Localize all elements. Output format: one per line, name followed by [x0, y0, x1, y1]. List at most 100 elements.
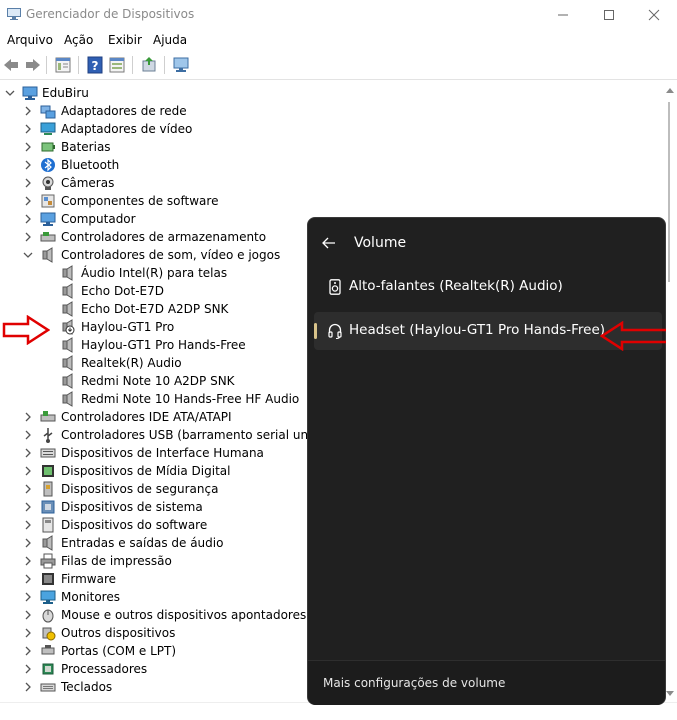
back-arrow-icon[interactable]: [322, 236, 336, 250]
chevron-right-icon[interactable]: [23, 178, 33, 188]
toolbar: ?: [0, 52, 677, 80]
close-button[interactable]: [631, 0, 677, 30]
tree-item-label: Entradas e saídas de áudio: [61, 536, 224, 550]
menu-acao[interactable]: Ação: [64, 33, 93, 47]
update-driver-icon[interactable]: [140, 56, 158, 74]
speaker-icon: [62, 355, 73, 371]
tree-category[interactable]: Componentes de software: [0, 192, 662, 210]
tree-item-label: Processadores: [61, 662, 148, 676]
chevron-right-icon[interactable]: [23, 430, 33, 440]
tree-item-label: Computador: [61, 212, 136, 226]
chevron-right-icon[interactable]: [23, 142, 33, 152]
help-icon[interactable]: ?: [86, 56, 104, 74]
more-volume-settings-link[interactable]: Mais configurações de volume: [323, 676, 505, 690]
flyout-title: Volume: [354, 235, 407, 251]
tree-item-label: Echo Dot-E7D A2DP SNK: [81, 302, 229, 316]
tree-item-label: Controladores IDE ATA/ATAPI: [61, 410, 232, 424]
chevron-right-icon[interactable]: [23, 214, 33, 224]
menu-arquivo[interactable]: Arquivo: [7, 33, 53, 47]
device-manager-window: Gerenciador de Dispositivos Arquivo Ação…: [0, 0, 677, 720]
mouse-icon: [42, 609, 54, 623]
tree-item-label: Dispositivos de Mídia Digital: [61, 464, 231, 478]
tree-category[interactable]: Adaptadores de rede: [0, 102, 662, 120]
output-device-speakers[interactable]: Alto-falantes (Realtek(R) Audio): [314, 268, 662, 306]
tree-category[interactable]: Baterias: [0, 138, 662, 156]
output-device-label: Headset (Haylou-GT1 Pro Hands-Free): [349, 322, 606, 338]
chevron-right-icon[interactable]: [23, 124, 33, 134]
chevron-right-icon[interactable]: [23, 412, 33, 422]
hid-icon: [40, 448, 56, 458]
tree-root[interactable]: EduBiru: [0, 84, 662, 102]
toolbar-separator: [132, 56, 133, 74]
chevron-right-icon[interactable]: [23, 592, 33, 602]
tree-item-label: Portas (COM e LPT): [61, 644, 177, 658]
title-bar: Gerenciador de Dispositivos: [0, 0, 677, 30]
chevron-down-icon[interactable]: [5, 88, 15, 98]
maximize-icon: [604, 10, 614, 20]
back-icon[interactable]: [2, 56, 20, 74]
chevron-right-icon[interactable]: [23, 232, 33, 242]
scroll-up-arrow-icon[interactable]: [666, 88, 674, 93]
speaker-device-icon: [329, 279, 341, 295]
tree-root-label: EduBiru: [42, 86, 89, 100]
headset-icon: [328, 323, 342, 339]
chevron-right-icon[interactable]: [23, 484, 33, 494]
annotation-arrow-right-icon: [2, 315, 50, 345]
speaker-icon: [62, 391, 73, 407]
chevron-right-icon[interactable]: [23, 160, 33, 170]
tree-item-label: Filas de impressão: [61, 554, 172, 568]
chevron-right-icon[interactable]: [23, 538, 33, 548]
tree-item-label: Componentes de software: [61, 194, 219, 208]
chevron-right-icon[interactable]: [23, 628, 33, 638]
chevron-right-icon[interactable]: [23, 646, 33, 656]
chevron-right-icon[interactable]: [23, 556, 33, 566]
chevron-right-icon[interactable]: [23, 682, 33, 692]
output-device-label: Alto-falantes (Realtek(R) Audio): [349, 278, 563, 294]
chevron-right-icon[interactable]: [23, 520, 33, 530]
tree-item-label: Outros dispositivos: [61, 626, 176, 640]
camera-icon: [42, 176, 54, 190]
chevron-right-icon[interactable]: [23, 196, 33, 206]
view-icon[interactable]: [108, 56, 126, 74]
minimize-icon: [558, 14, 568, 16]
chevron-right-icon[interactable]: [23, 502, 33, 512]
chevron-right-icon[interactable]: [23, 448, 33, 458]
device-manager-icon: [7, 8, 21, 20]
speaker-icon: [62, 337, 73, 353]
properties-icon[interactable]: [54, 56, 72, 74]
speaker-icon: [62, 265, 73, 281]
tree-item-label: Echo Dot-E7D: [81, 284, 165, 298]
speaker-icon: [62, 283, 73, 299]
scrollbar-thumb[interactable]: [668, 102, 670, 282]
chevron-right-icon[interactable]: [23, 106, 33, 116]
chevron-right-icon[interactable]: [23, 466, 33, 476]
chevron-right-icon[interactable]: [23, 610, 33, 620]
forward-icon[interactable]: [24, 56, 42, 74]
minimize-button[interactable]: [540, 0, 586, 30]
tree-item-label: Controladores de som, vídeo e jogos: [61, 248, 281, 262]
annotation-arrow-left-icon: [600, 321, 666, 351]
menu-exibir[interactable]: Exibir: [108, 33, 142, 47]
maximize-button[interactable]: [586, 0, 632, 30]
tree-category[interactable]: Câmeras: [0, 174, 662, 192]
menu-ajuda[interactable]: Ajuda: [153, 33, 187, 47]
chevron-down-icon[interactable]: [23, 250, 33, 260]
tree-category[interactable]: Adaptadores de vídeo: [0, 120, 662, 138]
chevron-right-icon[interactable]: [23, 574, 33, 584]
tree-item-label: Realtek(R) Audio: [81, 356, 182, 370]
tree-item-label: Baterias: [61, 140, 111, 154]
monitor-icon[interactable]: [172, 56, 190, 74]
unknown-device-icon: [42, 627, 56, 641]
tree-item-label: Áudio Intel(R) para telas: [81, 266, 228, 280]
security-device-icon: [43, 481, 53, 497]
tree-item-label: Câmeras: [61, 176, 115, 190]
chevron-right-icon[interactable]: [23, 664, 33, 674]
scroll-down-arrow-icon[interactable]: [666, 691, 674, 696]
speaker-icon: [42, 247, 53, 263]
tree-item-label: Mouse e outros dispositivos apontadores: [61, 608, 307, 622]
tree-category[interactable]: Bluetooth: [0, 156, 662, 174]
network-adapter-icon: [40, 105, 56, 119]
tree-item-label: Teclados: [61, 680, 113, 694]
port-icon: [41, 645, 55, 655]
tree-item-label: Haylou-GT1 Pro Hands-Free: [81, 338, 246, 352]
